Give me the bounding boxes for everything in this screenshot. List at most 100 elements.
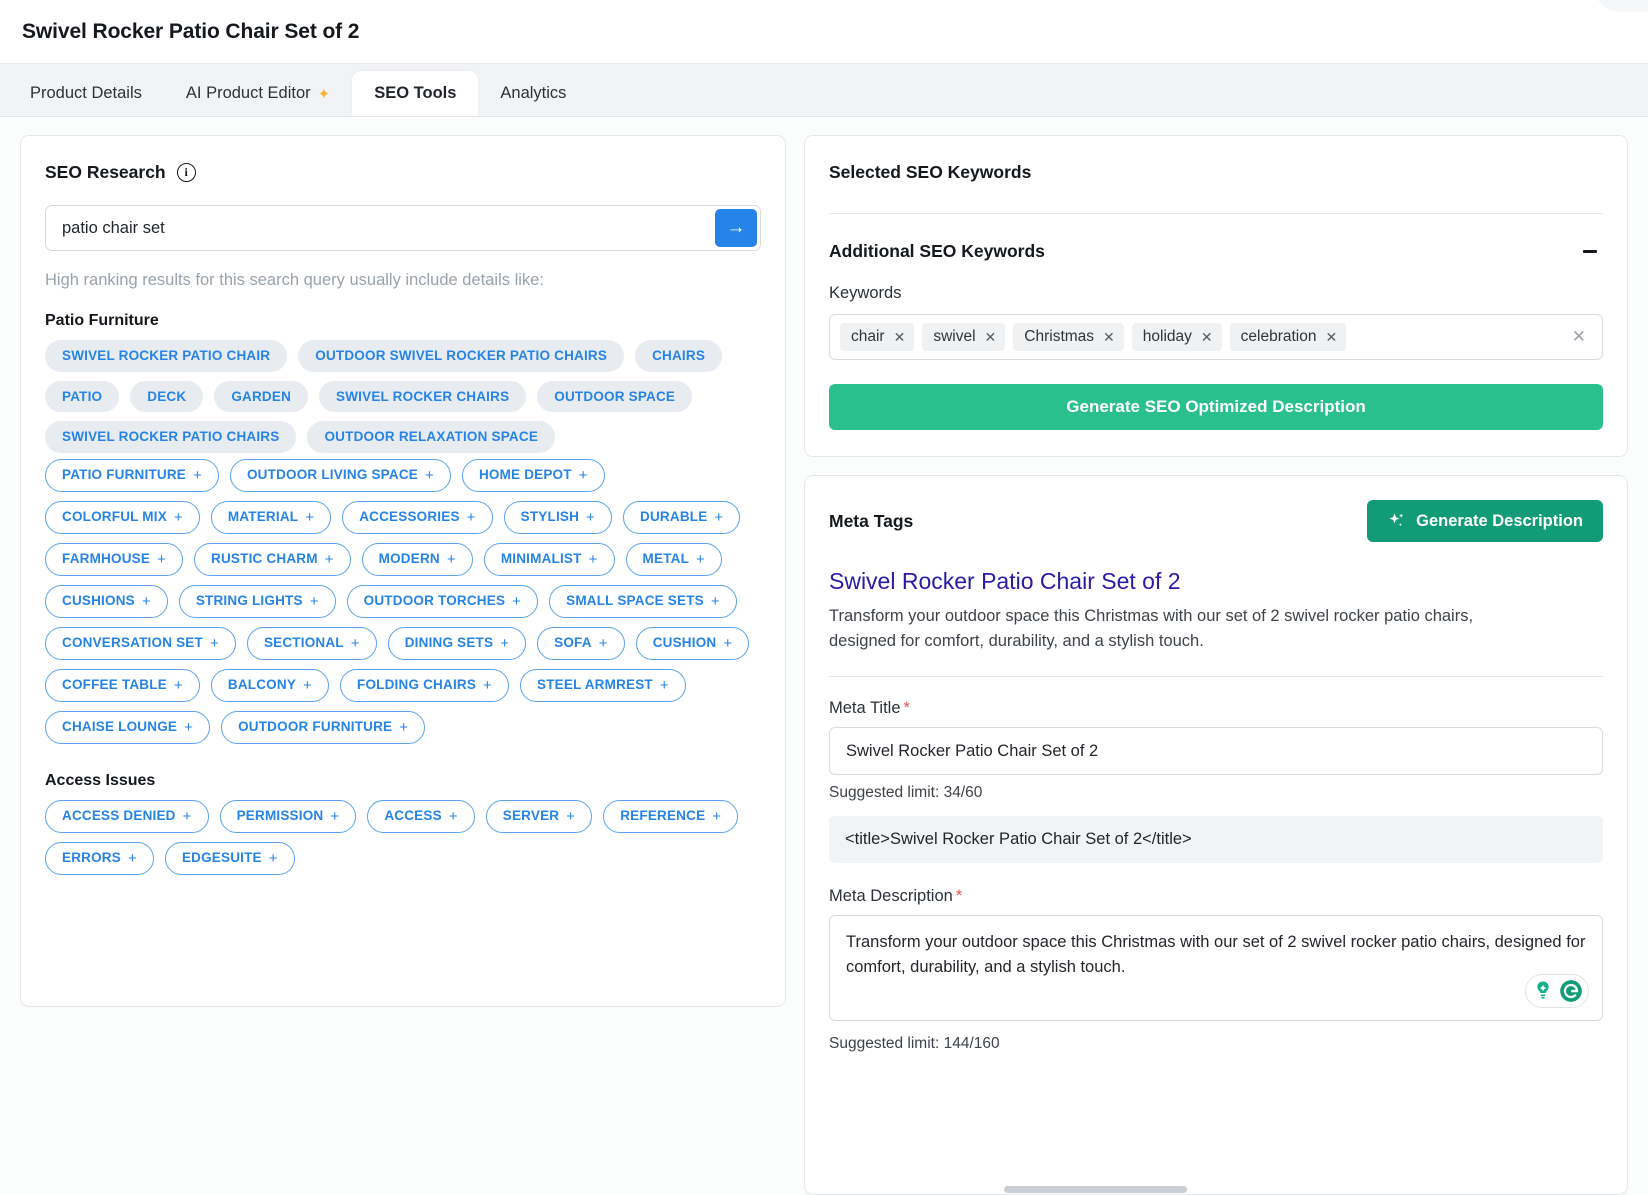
keyword-chip-label: CHAISE LOUNGE [62, 719, 178, 735]
keyword-chip[interactable]: OUTDOOR SWIVEL ROCKER PATIO CHAIRS [298, 340, 625, 372]
plus-icon: + [303, 676, 312, 694]
tab-seo-tools[interactable]: SEO Tools [352, 71, 479, 116]
keyword-chip-add[interactable]: SOFA + [537, 626, 625, 660]
search-submit-button[interactable]: → [715, 209, 757, 247]
keyword-chip-add[interactable]: CUSHIONS + [45, 584, 168, 618]
tab-product-details[interactable]: Product Details [8, 71, 164, 116]
keyword-chip-add[interactable]: FARMHOUSE + [45, 542, 184, 576]
keyword-chip-add[interactable]: RUSTIC CHARM + [194, 542, 351, 576]
keyword-chip-label: OUTDOOR RELAXATION SPACE [324, 429, 539, 444]
seo-keywords-card: Selected SEO Keywords Additional SEO Key… [804, 135, 1628, 457]
keyword-chip-label: OUTDOOR SPACE [554, 388, 676, 404]
keyword-chip-add[interactable]: CONVERSATION SET + [45, 626, 236, 660]
serp-preview-title[interactable]: Swivel Rocker Patio Chair Set of 2 [829, 568, 1603, 595]
keyword-chip-add[interactable]: STYLISH + [503, 500, 613, 534]
keyword-chip-add[interactable]: ACCESS DENIED + [45, 799, 209, 833]
remove-keyword-icon[interactable]: ✕ [1201, 330, 1213, 344]
keyword-chip-add[interactable]: OUTDOOR TORCHES + [346, 584, 539, 618]
plus-icon: + [193, 466, 202, 484]
keyword-chip-label: OUTDOOR LIVING SPACE [246, 467, 418, 483]
remove-keyword-icon[interactable]: ✕ [894, 330, 906, 344]
keyword-chip[interactable]: SWIVEL ROCKER CHAIRS [319, 380, 527, 412]
filled-chip-list: SWIVEL ROCKER PATIO CHAIR OUTDOOR SWIVEL … [45, 340, 761, 453]
keywords-input[interactable]: chair ✕ swivel ✕ Christmas ✕ holiday ✕ celebrati… [829, 314, 1603, 360]
plus-icon: + [446, 550, 456, 568]
keyword-chip-add[interactable]: FOLDING CHAIRS + [340, 668, 510, 702]
tab-analytics[interactable]: Analytics [478, 71, 588, 116]
keyword-chip-add[interactable]: CHAISE LOUNGE + [45, 710, 211, 744]
clear-keywords-icon[interactable]: ✕ [1566, 327, 1592, 347]
keyword-chip-label: SWIVEL ROCKER PATIO CHAIR [62, 348, 271, 363]
keyword-chip[interactable]: DECK [130, 380, 204, 412]
keyword-chip[interactable]: GARDEN [214, 380, 309, 412]
main-content: SEO Research i → High ranking results fo… [0, 117, 1648, 1195]
tab-label: Analytics [500, 84, 567, 102]
meta-description-limit: Suggested limit: 144/160 [829, 1035, 1000, 1053]
generate-seo-description-button[interactable]: Generate SEO Optimized Description [829, 384, 1603, 430]
divider [829, 676, 1603, 678]
keyword-chip-label: CUSHION [652, 635, 717, 651]
keyword-chip[interactable]: OUTDOOR RELAXATION SPACE [307, 421, 556, 453]
bulb-icon[interactable] [1530, 978, 1556, 1004]
keyword-chip-label: OUTDOOR TORCHES [363, 593, 506, 609]
grammarly-icon[interactable] [1558, 978, 1584, 1004]
keyword-chip-add[interactable]: COLORFUL MIX + [45, 500, 200, 534]
keyword-chip-add[interactable]: PATIO FURNITURE + [45, 458, 219, 492]
keyword-chip-add[interactable]: PERMISSION + [219, 799, 357, 833]
search-input[interactable] [46, 206, 712, 250]
keyword-chip-add[interactable]: HOME DEPOT + [461, 458, 605, 492]
keyword-chip-label: STRING LIGHTS [195, 593, 303, 609]
selected-keywords-heading: Selected SEO Keywords [829, 162, 1032, 182]
left-column: SEO Research i → High ranking results fo… [20, 135, 786, 1195]
remove-keyword-icon[interactable]: ✕ [985, 330, 997, 344]
keyword-chip[interactable]: SWIVEL ROCKER PATIO CHAIR [45, 340, 288, 372]
selected-keyword-label: swivel [933, 328, 976, 345]
keywords-field-label: Keywords [829, 284, 902, 302]
keyword-chip-add[interactable]: STRING LIGHTS + [178, 584, 336, 618]
keyword-chip-label: DURABLE [640, 509, 708, 525]
keyword-chip-add[interactable]: SECTIONAL + [246, 626, 377, 660]
keyword-chip-add[interactable]: COFFEE TABLE + [45, 668, 200, 702]
minus-icon[interactable] [1577, 238, 1603, 264]
plus-icon: + [309, 592, 319, 610]
keyword-chip-add[interactable]: ERRORS + [45, 841, 154, 875]
keyword-chip-add[interactable]: DINING SETS + [387, 626, 527, 660]
plus-icon: + [512, 592, 522, 610]
keyword-chip-add[interactable]: SERVER + [485, 799, 593, 833]
keyword-chip-add[interactable]: MINIMALIST + [483, 542, 615, 576]
keyword-chip-add[interactable]: REFERENCE + [603, 799, 739, 833]
seo-research-title: SEO Research [45, 162, 166, 182]
tab-ai-product-editor[interactable]: AI Product Editor ✦ [164, 71, 352, 116]
keyword-chip-add[interactable]: SMALL SPACE SETS + [549, 584, 737, 618]
writing-assistant-badge[interactable] [1525, 974, 1589, 1009]
keyword-chip-add[interactable]: ACCESS + [367, 799, 475, 833]
meta-title-input[interactable] [829, 727, 1603, 776]
keyword-chip[interactable]: CHAIRS [635, 340, 723, 372]
horizontal-scrollbar[interactable] [1004, 1186, 1187, 1193]
keyword-chip-label: ERRORS [62, 850, 121, 866]
keyword-chip[interactable]: SWIVEL ROCKER PATIO CHAIRS [45, 421, 297, 453]
generate-description-button[interactable]: Generate Description [1367, 500, 1603, 542]
keyword-chip-label: METAL [642, 551, 690, 567]
keyword-chip-add[interactable]: EDGESUITE + [164, 841, 295, 875]
info-icon[interactable]: i [176, 163, 196, 182]
keyword-chip-add[interactable]: MATERIAL + [210, 500, 332, 534]
remove-keyword-icon[interactable]: ✕ [1103, 330, 1115, 344]
keyword-chip-add[interactable]: DURABLE + [623, 500, 741, 534]
keyword-chip[interactable]: OUTDOOR SPACE [537, 380, 693, 412]
keyword-chip-label: MODERN [378, 551, 440, 567]
keyword-chip-add[interactable]: OUTDOOR FURNITURE + [221, 710, 426, 744]
meta-title-label: Meta Title * [829, 699, 1603, 718]
plus-icon: + [330, 807, 340, 825]
meta-description-textarea[interactable] [829, 915, 1603, 1022]
keyword-chip-add[interactable]: METAL + [625, 542, 723, 576]
selected-keyword-label: Christmas [1024, 328, 1095, 345]
keyword-chip-add[interactable]: OUTDOOR LIVING SPACE + [229, 458, 451, 492]
keyword-chip[interactable]: PATIO [45, 380, 120, 412]
keyword-chip-add[interactable]: BALCONY + [210, 668, 329, 702]
keyword-chip-add[interactable]: ACCESSORIES + [342, 500, 493, 534]
keyword-chip-add[interactable]: CUSHION + [635, 626, 750, 660]
keyword-chip-add[interactable]: MODERN + [361, 542, 473, 576]
remove-keyword-icon[interactable]: ✕ [1325, 330, 1337, 344]
keyword-chip-add[interactable]: STEEL ARMREST + [520, 668, 686, 702]
